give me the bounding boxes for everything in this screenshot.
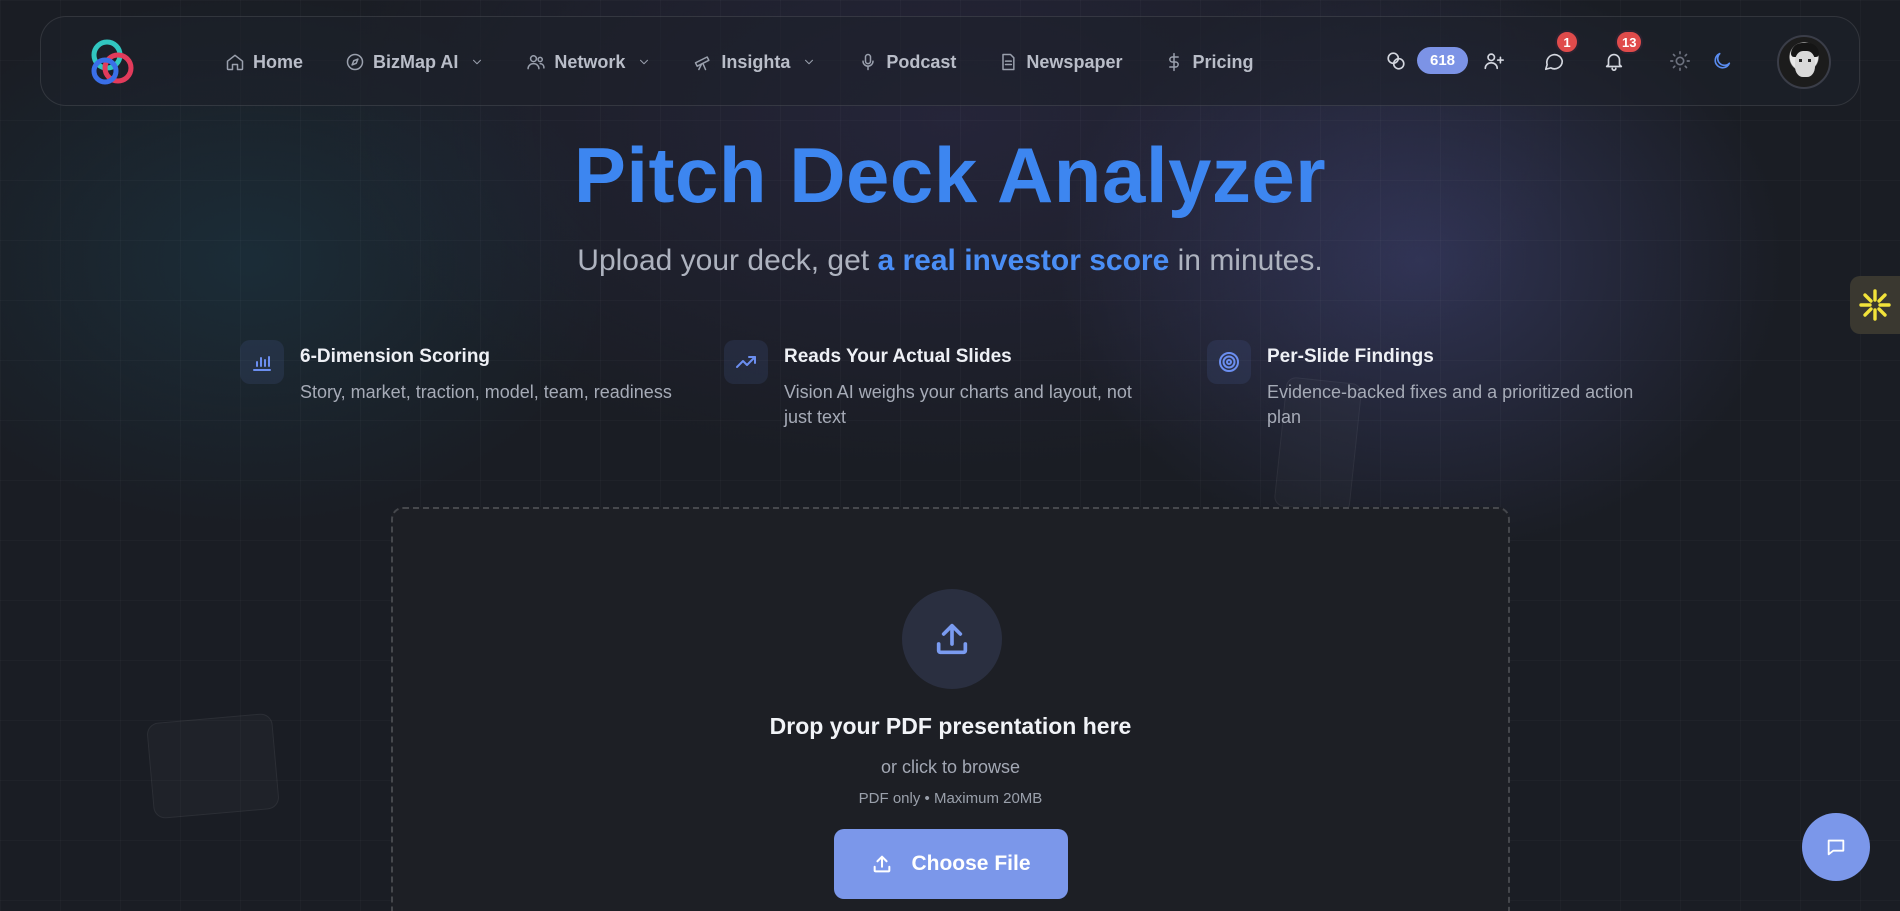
page-subtitle: Upload your deck, get a real investor sc… (0, 244, 1900, 278)
nav-home-label: Home (253, 51, 304, 72)
nav-insighta[interactable]: Insighta (693, 52, 816, 73)
dropzone-subtitle: or click to browse (880, 757, 1021, 777)
chat-icon (1827, 839, 1845, 856)
chat-bubble-icon (1544, 53, 1564, 71)
feature-description: Evidence-backed fixes and a prioritized … (1267, 382, 1634, 427)
compass-icon (346, 53, 364, 71)
bar-chart-icon (240, 340, 284, 384)
subtitle-highlight: a real investor score (877, 244, 1170, 277)
dollar-icon (1169, 52, 1180, 72)
messages-button[interactable]: 1 (1543, 30, 1579, 74)
bell-icon (1605, 53, 1623, 71)
chevron-down-icon (473, 59, 482, 65)
dark-mode-button[interactable] (1711, 50, 1735, 74)
feature-description: Story, market, traction, model, team, re… (300, 382, 672, 402)
feature-slides: Reads Your Actual Slides Vision AI weigh… (724, 340, 1164, 430)
feature-findings: Per-Slide Findings Evidence-backed fixes… (1207, 340, 1647, 430)
feature-title: 6-Dimension Scoring (300, 346, 491, 367)
light-mode-button[interactable] (1669, 50, 1693, 74)
dropzone-title: Drop your PDF presentation here (769, 713, 1132, 739)
subtitle-start: Upload your deck, get (577, 244, 878, 277)
sparkle-icon (1859, 289, 1891, 321)
pdf-dropzone[interactable]: Drop your PDF presentation here or click… (391, 507, 1510, 911)
nav-bizmap-label: BizMap AI (373, 51, 459, 72)
upload-icon (874, 855, 891, 873)
nav-network[interactable]: Network (526, 52, 651, 73)
credits-display[interactable]: 618 (1385, 47, 1469, 74)
nav-pricing[interactable]: Pricing (1164, 52, 1253, 73)
moon-icon (1714, 52, 1731, 69)
top-navbar: Home BizMap AI Network Insighta Podcast … (40, 16, 1860, 106)
choose-file-button[interactable]: Choose File (834, 829, 1068, 899)
nav-bizmap-ai[interactable]: BizMap AI (345, 52, 484, 73)
users-icon (527, 55, 546, 70)
nav-home[interactable]: Home (225, 52, 303, 73)
choose-file-label: Choose File (911, 852, 1031, 875)
decorative-card (146, 712, 280, 820)
avatar[interactable] (1777, 35, 1831, 89)
dropzone-note: PDF only • Maximum 20MB (858, 790, 1043, 807)
subtitle-end: in minutes. (1169, 244, 1323, 277)
page-title: Pitch Deck Analyzer (573, 131, 1327, 219)
coins-icon (1387, 51, 1405, 70)
document-icon (1002, 53, 1016, 71)
sun-icon (1670, 51, 1690, 71)
notifications-badge: 13 (1615, 30, 1644, 54)
notifications-button[interactable]: 13 (1603, 30, 1644, 74)
nav-menu: Home BizMap AI Network Insighta Podcast … (225, 17, 1295, 107)
nav-network-label: Network (554, 51, 626, 72)
chevron-down-icon (640, 59, 649, 65)
feature-description: Vision AI weighs your charts and layout,… (784, 382, 1132, 427)
side-widget-button[interactable] (1850, 276, 1900, 334)
user-plus-icon (1484, 53, 1504, 70)
feature-title: Per-Slide Findings (1267, 346, 1434, 367)
home-icon (226, 54, 244, 71)
microphone-icon (862, 53, 875, 71)
nav-pricing-label: Pricing (1192, 51, 1254, 72)
target-icon (1207, 340, 1251, 384)
nav-podcast[interactable]: Podcast (858, 52, 956, 73)
nav-podcast-label: Podcast (886, 51, 957, 72)
telescope-icon (695, 56, 710, 71)
credits-count: 618 (1417, 47, 1469, 74)
trending-up-icon (724, 340, 768, 384)
chevron-down-icon (805, 59, 814, 65)
chat-button[interactable] (1802, 813, 1870, 881)
nav-newspaper-label: Newspaper (1026, 51, 1123, 72)
upload-icon (902, 589, 1002, 689)
nav-actions: 618 1 13 (1359, 17, 1859, 107)
add-user-button[interactable] (1483, 50, 1507, 74)
feature-scoring: 6-Dimension Scoring Story, market, tract… (240, 340, 680, 405)
nav-insighta-label: Insighta (721, 51, 791, 72)
feature-title: Reads Your Actual Slides (784, 346, 1012, 367)
nav-newspaper[interactable]: Newspaper (998, 52, 1122, 73)
logo-icon[interactable] (85, 35, 139, 89)
messages-badge: 1 (1555, 30, 1579, 54)
